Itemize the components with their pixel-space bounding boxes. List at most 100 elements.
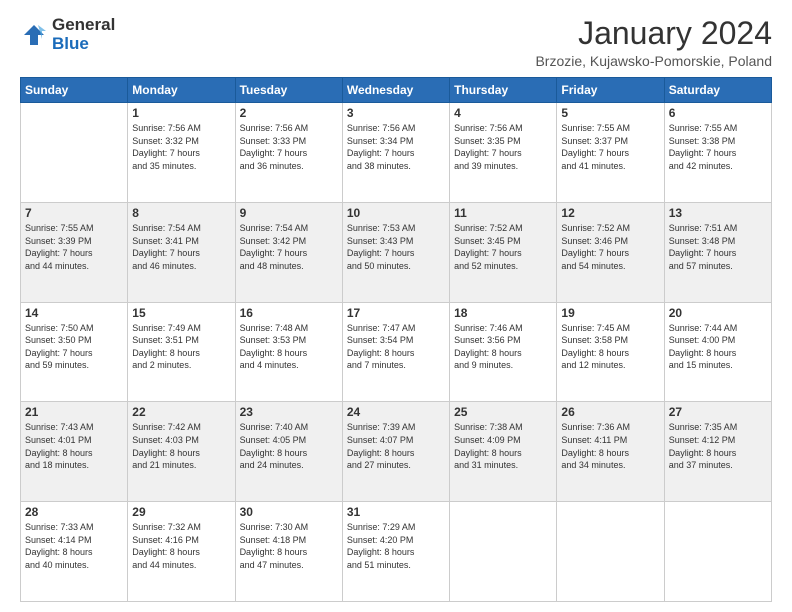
- logo: General Blue: [20, 16, 115, 53]
- day-number: 18: [454, 306, 552, 320]
- day-number: 11: [454, 206, 552, 220]
- table-row: 20Sunrise: 7:44 AMSunset: 4:00 PMDayligh…: [664, 302, 771, 402]
- day-info: Sunrise: 7:33 AMSunset: 4:14 PMDaylight:…: [25, 521, 123, 571]
- table-row: 30 Sunrise: 7:30 AMSunset: 4:18 PMDayligh…: [235, 502, 342, 602]
- table-row: 31 Sunrise: 7:29 AMSunset: 4:20 PMDayligh…: [342, 502, 449, 602]
- table-row: 18Sunrise: 7:46 AMSunset: 3:56 PMDayligh…: [450, 302, 557, 402]
- day-info: Sunrise: 7:45 AMSunset: 3:58 PMDaylight:…: [561, 322, 659, 372]
- day-info: Sunrise: 7:49 AMSunset: 3:51 PMDaylight:…: [132, 322, 230, 372]
- day-number: 16: [240, 306, 338, 320]
- day-info: Sunrise: 7:56 AMSunset: 3:35 PMDaylight:…: [454, 122, 552, 172]
- day-info: Sunrise: 7:55 AMSunset: 3:38 PMDaylight:…: [669, 122, 767, 172]
- logo-text: General Blue: [52, 16, 115, 53]
- day-info: Sunrise: 7:40 AMSunset: 4:05 PMDaylight:…: [240, 421, 338, 471]
- calendar-week-3: 21Sunrise: 7:43 AMSunset: 4:01 PMDayligh…: [21, 402, 772, 502]
- day-info: Sunrise: 7:38 AMSunset: 4:09 PMDaylight:…: [454, 421, 552, 471]
- day-info: Sunrise: 7:56 AMSunset: 3:33 PMDaylight:…: [240, 122, 338, 172]
- col-saturday: Saturday: [664, 78, 771, 103]
- day-info: Sunrise: 7:55 AMSunset: 3:39 PMDaylight:…: [25, 222, 123, 272]
- table-row: 21Sunrise: 7:43 AMSunset: 4:01 PMDayligh…: [21, 402, 128, 502]
- day-number: 28: [25, 505, 123, 519]
- day-info: Sunrise: 7:30 AMSunset: 4:18 PMDaylight:…: [240, 521, 338, 571]
- table-row: 26Sunrise: 7:36 AMSunset: 4:11 PMDayligh…: [557, 402, 664, 502]
- day-number: 19: [561, 306, 659, 320]
- day-number: 14: [25, 306, 123, 320]
- day-number: 7: [25, 206, 123, 220]
- table-row: 29 Sunrise: 7:32 AMSunset: 4:16 PMDayligh…: [128, 502, 235, 602]
- table-row: 22Sunrise: 7:42 AMSunset: 4:03 PMDayligh…: [128, 402, 235, 502]
- table-row: 9Sunrise: 7:54 AMSunset: 3:42 PMDaylight…: [235, 202, 342, 302]
- day-number: 1: [132, 106, 230, 120]
- calendar-week-4: 28 Sunrise: 7:33 AMSunset: 4:14 PMDayligh…: [21, 502, 772, 602]
- day-number: 5: [561, 106, 659, 120]
- day-info: Sunrise: 7:36 AMSunset: 4:11 PMDaylight:…: [561, 421, 659, 471]
- day-number: 2: [240, 106, 338, 120]
- day-number: 13: [669, 206, 767, 220]
- col-tuesday: Tuesday: [235, 78, 342, 103]
- col-thursday: Thursday: [450, 78, 557, 103]
- day-number: 20: [669, 306, 767, 320]
- location: Brzozie, Kujawsko-Pomorskie, Poland: [535, 53, 772, 69]
- table-row: 16 Sunrise: 7:48 AMSunset: 3:53 PMDayligh…: [235, 302, 342, 402]
- day-info: Sunrise: 7:51 AMSunset: 3:48 PMDaylight:…: [669, 222, 767, 272]
- day-number: 30: [240, 505, 338, 519]
- table-row: 1Sunrise: 7:56 AMSunset: 3:32 PMDaylight…: [128, 103, 235, 203]
- table-row: 11 Sunrise: 7:52 AMSunset: 3:45 PMDayligh…: [450, 202, 557, 302]
- col-friday: Friday: [557, 78, 664, 103]
- day-info: Sunrise: 7:56 AMSunset: 3:34 PMDaylight:…: [347, 122, 445, 172]
- table-row: 25 Sunrise: 7:38 AMSunset: 4:09 PMDayligh…: [450, 402, 557, 502]
- month-title: January 2024: [535, 16, 772, 51]
- calendar: Sunday Monday Tuesday Wednesday Thursday…: [20, 77, 772, 602]
- table-row: 24 Sunrise: 7:39 AMSunset: 4:07 PMDayligh…: [342, 402, 449, 502]
- day-info: Sunrise: 7:47 AMSunset: 3:54 PMDaylight:…: [347, 322, 445, 372]
- day-number: 15: [132, 306, 230, 320]
- day-number: 9: [240, 206, 338, 220]
- calendar-week-2: 14Sunrise: 7:50 AMSunset: 3:50 PMDayligh…: [21, 302, 772, 402]
- page: General Blue January 2024 Brzozie, Kujaw…: [0, 0, 792, 612]
- day-info: Sunrise: 7:35 AMSunset: 4:12 PMDaylight:…: [669, 421, 767, 471]
- day-info: Sunrise: 7:55 AMSunset: 3:37 PMDaylight:…: [561, 122, 659, 172]
- table-row: [664, 502, 771, 602]
- table-row: 27 Sunrise: 7:35 AMSunset: 4:12 PMDayligh…: [664, 402, 771, 502]
- day-info: Sunrise: 7:52 AMSunset: 3:45 PMDaylight:…: [454, 222, 552, 272]
- table-row: 4Sunrise: 7:56 AMSunset: 3:35 PMDaylight…: [450, 103, 557, 203]
- day-number: 29: [132, 505, 230, 519]
- day-number: 24: [347, 405, 445, 419]
- day-number: 25: [454, 405, 552, 419]
- table-row: 19 Sunrise: 7:45 AMSunset: 3:58 PMDayligh…: [557, 302, 664, 402]
- day-number: 27: [669, 405, 767, 419]
- logo-icon: [20, 21, 48, 49]
- day-number: 31: [347, 505, 445, 519]
- day-info: Sunrise: 7:32 AMSunset: 4:16 PMDaylight:…: [132, 521, 230, 571]
- table-row: [21, 103, 128, 203]
- table-row: 23Sunrise: 7:40 AMSunset: 4:05 PMDayligh…: [235, 402, 342, 502]
- day-info: Sunrise: 7:39 AMSunset: 4:07 PMDaylight:…: [347, 421, 445, 471]
- title-block: January 2024 Brzozie, Kujawsko-Pomorskie…: [535, 16, 772, 69]
- day-info: Sunrise: 7:52 AMSunset: 3:46 PMDaylight:…: [561, 222, 659, 272]
- table-row: 17 Sunrise: 7:47 AMSunset: 3:54 PMDayligh…: [342, 302, 449, 402]
- day-info: Sunrise: 7:48 AMSunset: 3:53 PMDaylight:…: [240, 322, 338, 372]
- calendar-week-1: 7 Sunrise: 7:55 AMSunset: 3:39 PMDaylight…: [21, 202, 772, 302]
- table-row: 13 Sunrise: 7:51 AMSunset: 3:48 PMDayligh…: [664, 202, 771, 302]
- calendar-header-row: Sunday Monday Tuesday Wednesday Thursday…: [21, 78, 772, 103]
- logo-blue: Blue: [52, 35, 115, 54]
- day-info: Sunrise: 7:42 AMSunset: 4:03 PMDaylight:…: [132, 421, 230, 471]
- col-monday: Monday: [128, 78, 235, 103]
- table-row: 3 Sunrise: 7:56 AMSunset: 3:34 PMDaylight…: [342, 103, 449, 203]
- table-row: 10Sunrise: 7:53 AMSunset: 3:43 PMDayligh…: [342, 202, 449, 302]
- col-sunday: Sunday: [21, 78, 128, 103]
- day-number: 21: [25, 405, 123, 419]
- logo-general: General: [52, 16, 115, 35]
- table-row: 7 Sunrise: 7:55 AMSunset: 3:39 PMDaylight…: [21, 202, 128, 302]
- day-number: 3: [347, 106, 445, 120]
- day-number: 8: [132, 206, 230, 220]
- table-row: 2 Sunrise: 7:56 AMSunset: 3:33 PMDaylight…: [235, 103, 342, 203]
- day-number: 12: [561, 206, 659, 220]
- calendar-week-0: 1Sunrise: 7:56 AMSunset: 3:32 PMDaylight…: [21, 103, 772, 203]
- day-number: 17: [347, 306, 445, 320]
- table-row: 12 Sunrise: 7:52 AMSunset: 3:46 PMDayligh…: [557, 202, 664, 302]
- day-number: 10: [347, 206, 445, 220]
- table-row: 28 Sunrise: 7:33 AMSunset: 4:14 PMDayligh…: [21, 502, 128, 602]
- day-info: Sunrise: 7:29 AMSunset: 4:20 PMDaylight:…: [347, 521, 445, 571]
- table-row: [450, 502, 557, 602]
